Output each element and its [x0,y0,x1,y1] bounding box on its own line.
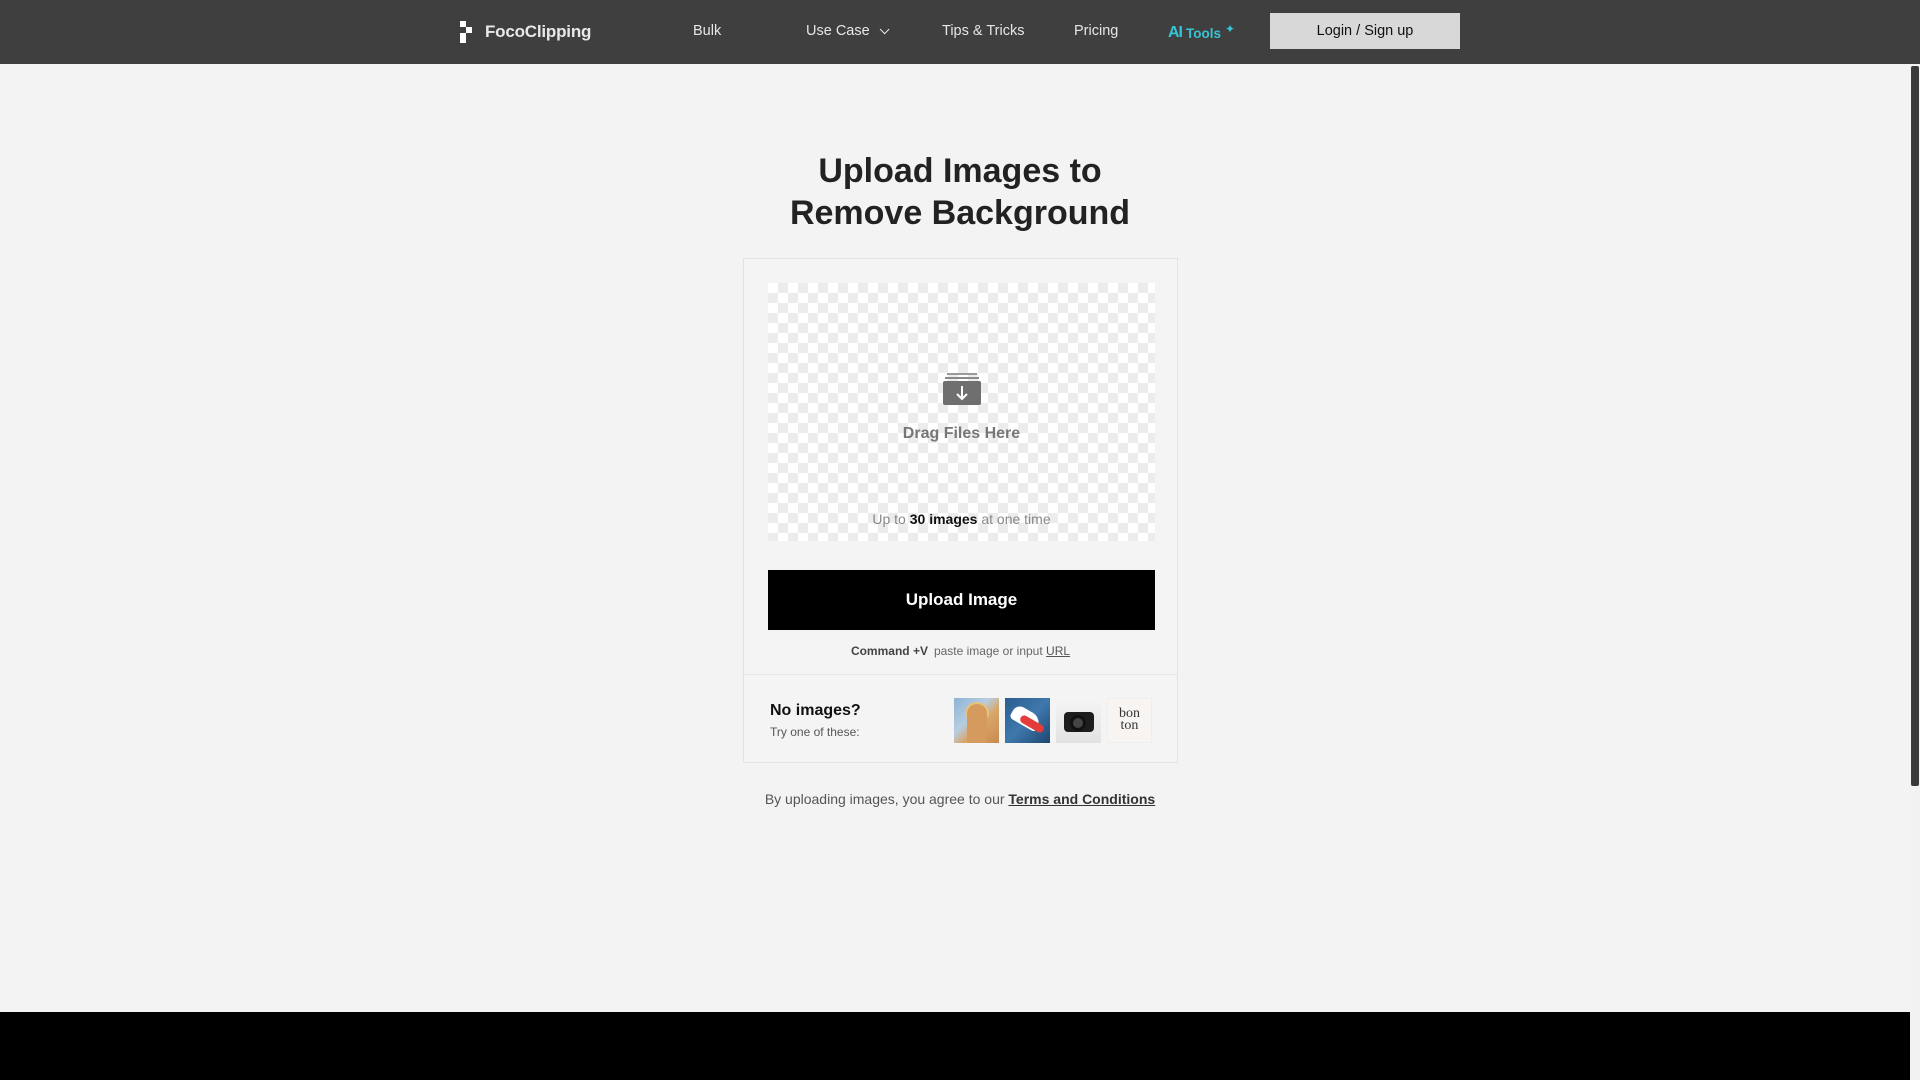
upload-card: Drag Files Here Up to 30 images at one t… [743,258,1178,763]
page-title: Upload Images to Remove Background [660,150,1260,234]
page-title-line2: Remove Background [789,194,1131,232]
upload-image-button[interactable]: Upload Image [768,570,1155,630]
sample-image-camera[interactable] [1056,698,1101,743]
sparkle-icon: ✦ [1225,22,1236,36]
nav-tips-tricks[interactable]: Tips & Tricks [942,22,1024,40]
limit-prefix: Up to [872,511,910,527]
bonton-logo-text: bon ton [1108,707,1151,733]
file-dropzone[interactable]: Drag Files Here Up to 30 images at one t… [768,283,1155,541]
sample-woman-body [967,704,987,743]
upload-folder-icon [943,373,981,405]
sample-images: bon ton [954,698,1152,743]
sample-camera-lens [1070,715,1086,731]
paste-text: paste image or input [933,644,1047,658]
page-title-line1: Upload Images to [818,152,1102,190]
paste-hint: Command +V paste image or input URL [744,644,1177,658]
top-nav-bar: FocoClipping Bulk Use Case Tips & Tricks… [0,0,1920,64]
nav-use-case[interactable]: Use Case [806,22,890,40]
nav-use-case-label: Use Case [806,23,870,39]
sample-image-sneakers[interactable] [1005,698,1050,743]
terms-notice: By uploading images, you agree to our Te… [660,791,1260,807]
sample-image-bonton-logo[interactable]: bon ton [1107,698,1152,743]
scrollbar-thumb[interactable] [1911,66,1919,786]
sample-image-woman[interactable] [954,698,999,743]
page-footer [0,1012,1910,1080]
limit-count: 30 images [909,511,978,527]
drag-files-label: Drag Files Here [902,425,1021,442]
login-signup-button[interactable]: Login / Sign up [1270,13,1460,49]
input-url-link[interactable]: URL [1046,644,1070,658]
logo-mark-icon [460,21,476,43]
ai-tools-label: Tools [1186,25,1221,41]
brand-logo[interactable]: FocoClipping [460,21,591,43]
terms-prefix: By uploading images, you agree to our [764,791,1009,807]
nav-bulk[interactable]: Bulk [693,22,721,40]
nav-ai-tools[interactable]: AI Tools ✦ [1168,22,1235,44]
card-divider [744,674,1177,675]
brand-name: FocoClipping [485,22,592,41]
bonton-line2: ton [1120,718,1139,733]
try-these-subheading: Try one of these: [770,725,860,739]
chevron-down-icon [879,24,890,35]
paste-shortcut: Command +V [850,644,928,658]
limit-suffix: at one time [977,511,1051,527]
ai-tools-mark: AI [1168,24,1183,41]
nav-pricing[interactable]: Pricing [1074,22,1118,40]
no-images-heading: No images? [770,702,861,719]
upload-limit-text: Up to 30 images at one time [768,511,1155,527]
terms-link[interactable]: Terms and Conditions [1008,791,1155,807]
